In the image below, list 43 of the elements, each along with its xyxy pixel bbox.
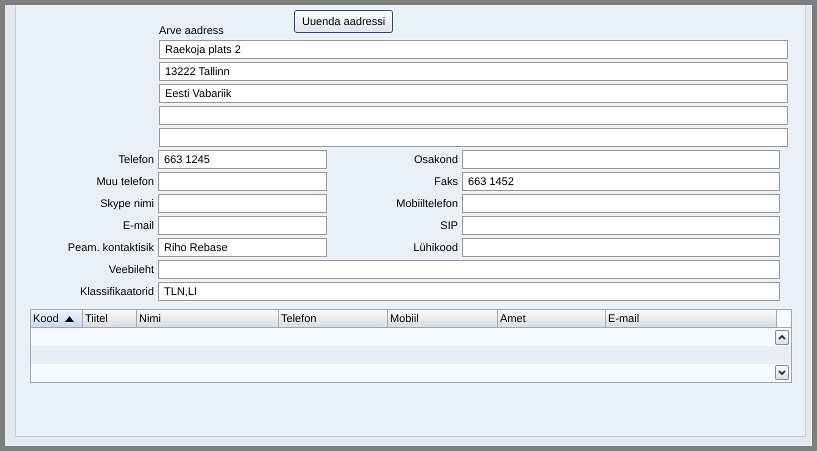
field-label: Telefon — [118, 154, 154, 166]
chevron-down-icon — [777, 368, 787, 377]
field-label: Mobiiltelefon — [395, 198, 458, 210]
text-field[interactable] — [462, 216, 780, 235]
text-field[interactable]: 663 1452 — [462, 172, 780, 191]
column-header[interactable]: Amet — [498, 310, 606, 327]
text-field[interactable] — [158, 172, 327, 191]
scroll-down-button[interactable] — [775, 365, 789, 380]
field-label: Veebileht — [108, 264, 154, 276]
field-label: Skype nimi — [99, 198, 154, 210]
text-field[interactable]: Raekoja plats 2 — [159, 40, 788, 59]
column-header[interactable]: Tiitel — [83, 310, 137, 327]
field-label: Lühikood — [412, 242, 458, 254]
chevron-up-icon — [777, 333, 787, 342]
column-header[interactable]: Kood — [31, 310, 83, 327]
text-field[interactable]: 13222 Tallinn — [159, 62, 788, 81]
column-header[interactable]: Mobiil — [388, 310, 498, 327]
update-address-button[interactable]: Uuenda aadressi — [294, 10, 394, 33]
field-label: Faks — [433, 176, 458, 188]
text-field[interactable] — [462, 194, 780, 213]
field-label: Muu telefon — [96, 176, 154, 188]
column-header[interactable]: Telefon — [279, 310, 388, 327]
field-label: Osakond — [412, 154, 458, 166]
text-field[interactable] — [158, 260, 780, 279]
field-label: SIP — [439, 220, 458, 232]
text-field[interactable]: TLN,LI — [158, 282, 780, 301]
sort-ascending-icon — [64, 316, 74, 322]
text-field[interactable] — [158, 216, 327, 235]
section-label: Arve aadress — [159, 25, 225, 38]
text-field[interactable] — [462, 150, 780, 169]
column-header[interactable]: E-mail — [606, 310, 777, 327]
field-label: E-mail — [122, 220, 154, 232]
text-field[interactable] — [158, 194, 327, 213]
scroll-up-button[interactable] — [775, 330, 789, 345]
text-field[interactable] — [159, 106, 788, 125]
field-label: Klassifikaatorid — [79, 286, 154, 298]
text-field[interactable]: 663 1245 — [158, 150, 327, 169]
text-field[interactable]: Riho Rebase — [158, 238, 327, 257]
text-field[interactable] — [159, 128, 788, 147]
field-label: Peam. kontaktisik — [66, 242, 154, 254]
column-header[interactable]: Nimi — [137, 310, 279, 327]
text-field[interactable] — [462, 238, 780, 257]
text-field[interactable]: Eesti Vabariik — [159, 84, 788, 103]
